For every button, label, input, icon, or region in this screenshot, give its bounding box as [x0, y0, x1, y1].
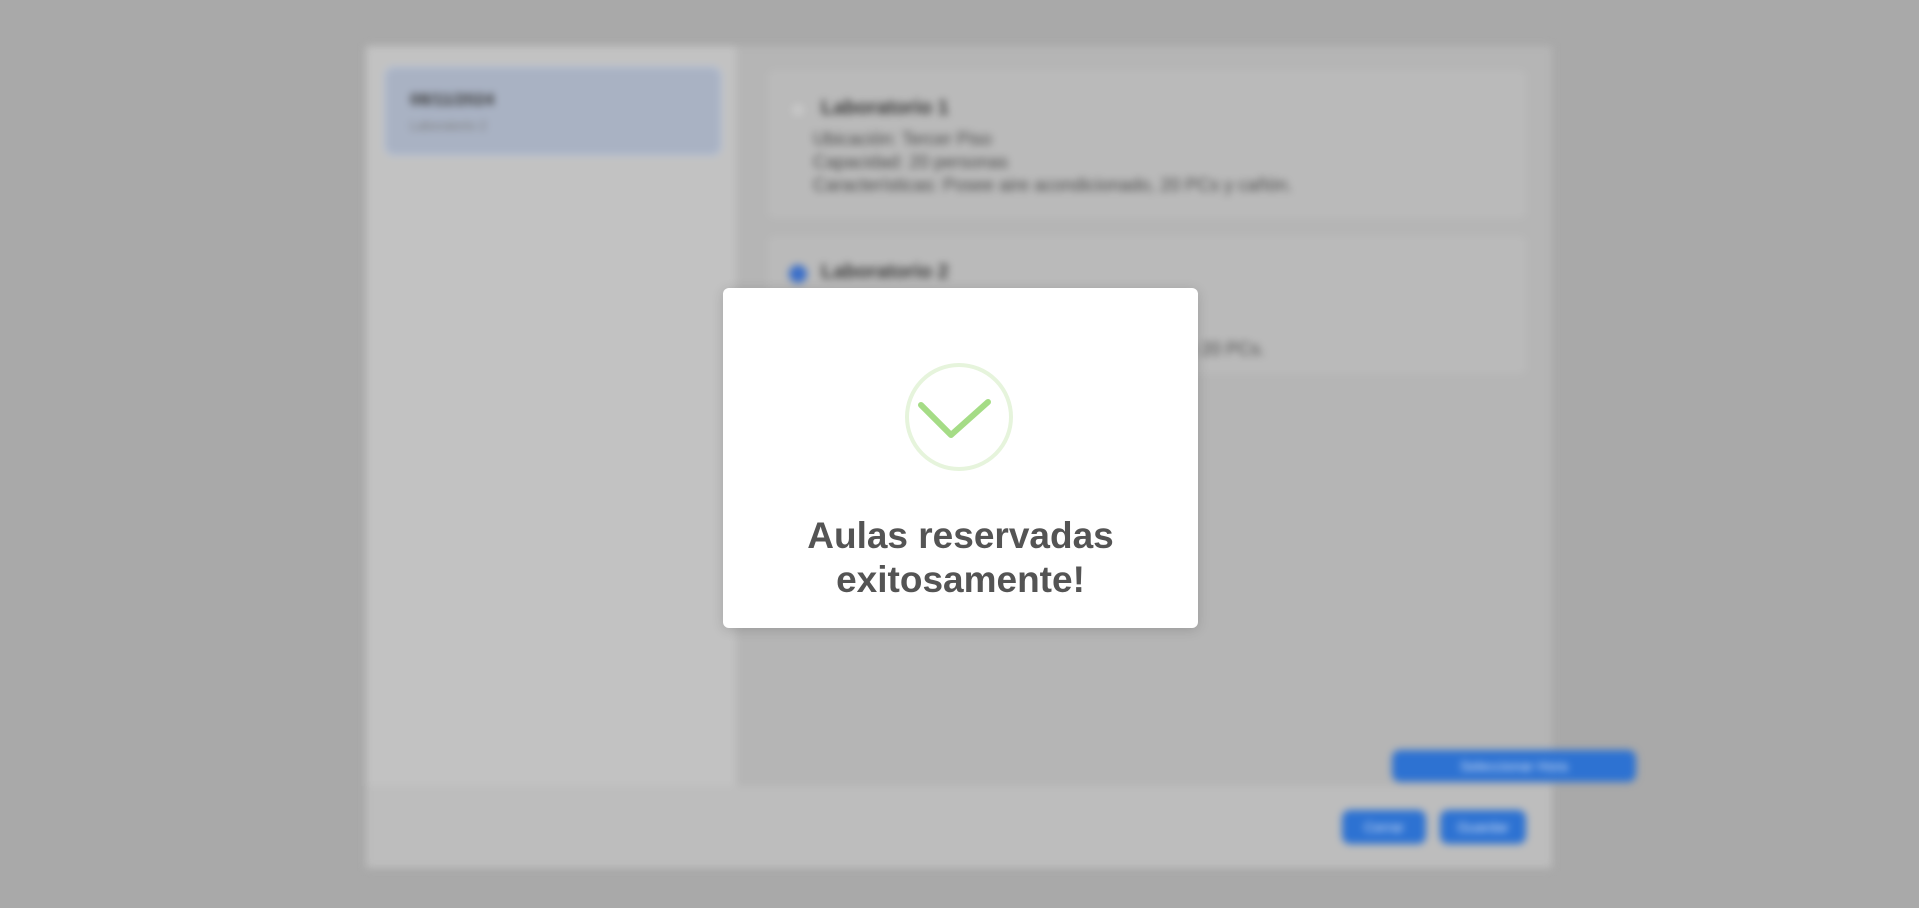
lab-radio-2[interactable] — [789, 265, 807, 283]
lab-card-1[interactable]: Laboratorio 1 Ubicación: Tercer Piso Cap… — [766, 68, 1528, 220]
success-modal: Aulas reservadas exitosamente! — [723, 288, 1198, 628]
save-button[interactable]: Guardar — [1440, 810, 1526, 844]
modal-title: Aulas reservadas exitosamente! — [743, 514, 1178, 602]
lab-ubicacion-1: Ubicación: Tercer Piso — [813, 129, 992, 149]
sidebar-item-date: 08/11/2024 — [410, 90, 495, 109]
lab-capacidad-1: Capacidad: 20 personas — [813, 152, 1009, 172]
modal-title-line-1: Aulas reservadas — [807, 515, 1114, 556]
select-time-button[interactable]: Seleccionar Hora — [1392, 750, 1636, 782]
sidebar-item-label: Laboratorio 2 — [410, 118, 487, 133]
lab-title-1: Laboratorio 1 — [821, 97, 949, 119]
sidebar: 08/11/2024 Laboratorio 2 — [366, 46, 736, 786]
modal-title-line-2: exitosamente! — [836, 559, 1085, 600]
success-check-icon — [905, 363, 1013, 471]
lab-caracteristicas-1: Características: Posee aire acondicionad… — [813, 175, 1293, 195]
sidebar-item-reservation[interactable]: 08/11/2024 Laboratorio 2 — [384, 66, 722, 156]
close-button[interactable]: Cerrar — [1342, 810, 1426, 844]
lab-title-2: Laboratorio 2 — [821, 261, 949, 283]
lab-caracteristicas-2: y 20 PCs. — [1187, 339, 1266, 359]
lab-radio-1[interactable] — [789, 101, 807, 119]
